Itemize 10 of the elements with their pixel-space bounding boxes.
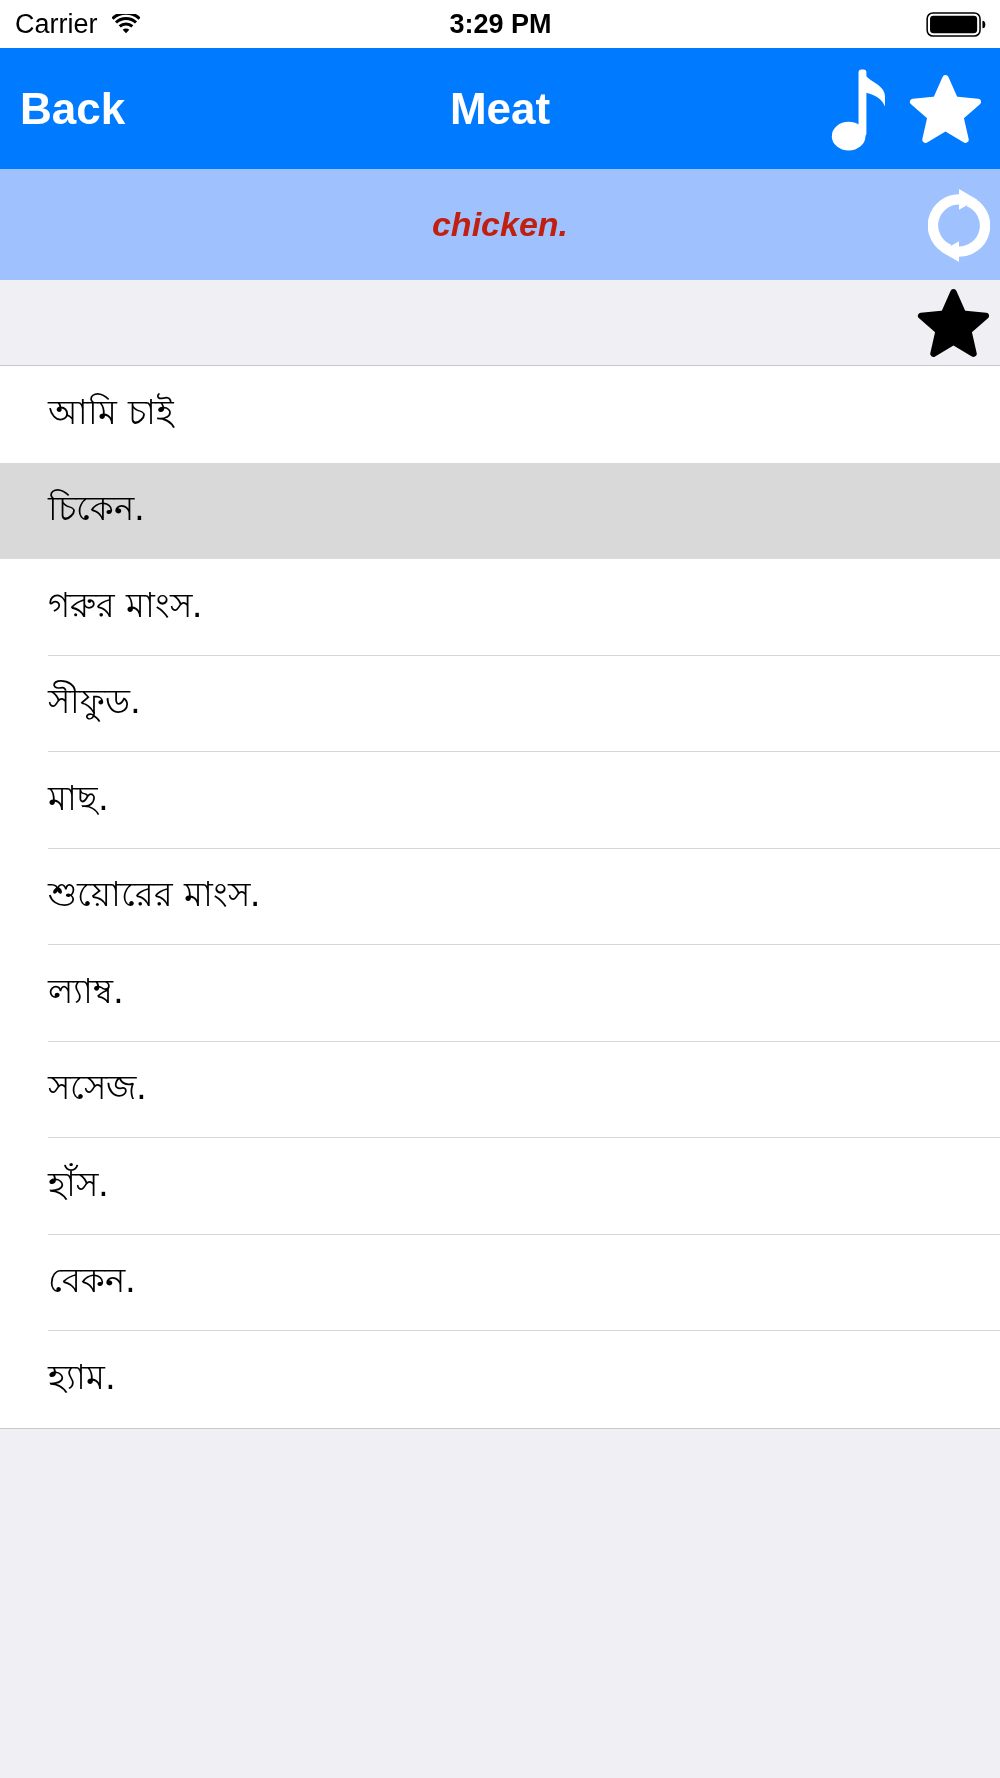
screen-title: Meat [449,83,551,134]
status-time: 3:29 PM [449,8,552,40]
music-note-icon[interactable] [831,66,887,151]
back-button[interactable]: Back [20,83,126,134]
phrase-row[interactable]: চিকেন. [0,462,1000,559]
carrier-name: Carrier [15,8,98,40]
star-icon[interactable] [917,287,990,358]
translation-text: chicken. [431,205,569,244]
wifi-icon [111,14,140,34]
battery-icon [926,11,986,37]
